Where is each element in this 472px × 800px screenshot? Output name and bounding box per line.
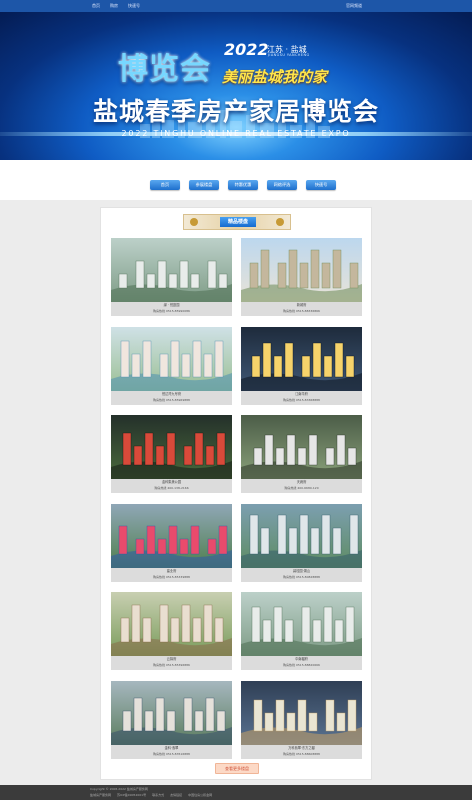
property-card[interactable]: 金科集美公园购房热线 400-138-2166: [111, 415, 232, 497]
property-name: 万科翡翠·东方之樾: [288, 745, 315, 750]
property-phone: 购房热线 0515-85969888: [153, 397, 190, 402]
property-image[interactable]: [111, 415, 232, 479]
section-tabs: 首页 参展楼盘 特惠优惠 网络评选 快速号: [150, 180, 336, 190]
banner-expo-word: 博览会: [118, 52, 211, 87]
tab-quick[interactable]: 快速号: [306, 180, 336, 190]
top-nav: 首页 购房 快速号: [92, 0, 140, 12]
footer-link[interactable]: 友情链接: [170, 793, 182, 797]
property-image[interactable]: [241, 680, 362, 745]
property-caption: 天阙府购房热线 400-6680-120: [241, 479, 362, 493]
property-name: 江南华府: [295, 391, 308, 396]
property-phone: 购房热线 0515-85990086: [153, 309, 190, 313]
property-caption: 绿 · 悦庭园购房热线 0515-85990086: [111, 302, 232, 316]
property-phone: 购房热线 0515-83368888: [283, 397, 320, 402]
property-card[interactable]: 中南樾府购房热线 0515-88820666: [241, 592, 362, 674]
property-image[interactable]: [111, 503, 232, 568]
property-card[interactable]: 金科·翡翠 购房热线 0515-83516888: [111, 680, 232, 763]
property-image[interactable]: [111, 326, 232, 391]
property-caption: 金科·翡翠 购房热线 0515-83516888: [111, 744, 232, 759]
tab-exhibitors[interactable]: 参展楼盘: [189, 180, 219, 190]
property-phone: 购房热线 400-6680-120: [284, 486, 319, 490]
property-card[interactable]: 万科翡翠·东方之樾 购房热线 0515-88608888: [241, 680, 362, 763]
banner-subtitle: 2022 TINGHU ONLINE REAL ESTATE EXPO: [121, 129, 351, 138]
ornament-icon: [190, 218, 198, 226]
property-name: 新城府: [296, 303, 307, 307]
property-name: 中南樾府: [295, 657, 308, 661]
top-nav-home[interactable]: 首页: [92, 0, 100, 12]
property-card[interactable]: 新城府购房热线 0515-88336866: [241, 238, 362, 320]
property-phone: 购房热线 0515-88820666: [283, 663, 320, 667]
property-name: 天阙府: [296, 480, 307, 484]
section-title: 精品楼盘: [220, 217, 256, 227]
property-image[interactable]: [111, 592, 232, 656]
property-card[interactable]: 江南华府 购房热线 0515-83368888: [241, 326, 362, 409]
tab-home[interactable]: 首页: [150, 180, 180, 190]
page-footer: Copyright © 2008-2022 盐城房产服务网 盐城房产服务网 苏I…: [0, 785, 472, 800]
property-caption: 云锦府购房热线 0515-85396886: [111, 656, 232, 670]
property-phone: 购房热线 400-138-2166: [154, 486, 189, 490]
listings-card: 精品楼盘 绿 · 悦庭园购房热线 0515-85990086 新城府购房热线 0…: [100, 207, 372, 780]
footer-link[interactable]: 联系方式: [152, 793, 164, 797]
property-caption: 万科翡翠·东方之樾 购房热线 0515-88608888: [241, 744, 362, 759]
property-card[interactable]: 天阙府购房热线 400-6680-120: [241, 415, 362, 497]
property-caption: 江南华府 购房热线 0515-83368888: [241, 390, 362, 405]
more-properties-button[interactable]: 查看更多楼盘: [215, 763, 259, 774]
banner-main-title: 盐城春季房产家居博览会: [92, 97, 379, 126]
top-nav-bar: 首页 购房 快速号 官网频道: [0, 0, 472, 12]
property-phone: 购房热线 0515-85339888: [153, 574, 190, 579]
tab-voting[interactable]: 网络评选: [267, 180, 297, 190]
property-name: 金科·翡翠: [164, 745, 179, 750]
property-caption: 新城府购房热线 0515-88336866: [241, 302, 362, 316]
property-phone: 购房热线 0515-80828888: [283, 574, 320, 579]
property-phone: 购房热线 0515-88336866: [283, 309, 320, 313]
banner-slogan: 美丽盐城我的家: [222, 68, 328, 86]
property-name: 云锦府: [166, 657, 177, 661]
top-nav-channel-link[interactable]: 官网频道: [346, 0, 362, 12]
property-caption: 中南樾府购房热线 0515-88820666: [241, 656, 362, 670]
section-title-frame: 精品楼盘: [183, 214, 291, 230]
property-card[interactable]: 悦达湾九号府 购房热线 0515-85969888: [111, 326, 232, 409]
property-card[interactable]: 云锦府购房热线 0515-85396886: [111, 592, 232, 674]
property-caption: 建业府 购房热线 0515-85339888: [111, 567, 232, 582]
property-image[interactable]: [241, 415, 362, 479]
property-caption: 悦达湾九号府 购房热线 0515-85969888: [111, 390, 232, 405]
hero-banner: 博览会 2022 江苏 · 盐城 JIANGSU YANCHENG 美丽盐城我的…: [0, 12, 472, 160]
footer-link[interactable]: 中国住房公积金网: [188, 793, 212, 797]
property-phone: 购房热线 0515-83516888: [153, 751, 190, 756]
property-card[interactable]: 建业府 购房热线 0515-85339888: [111, 503, 232, 586]
top-nav-buy[interactable]: 购房: [110, 0, 118, 12]
top-nav-quick[interactable]: 快速号: [128, 0, 140, 12]
property-card[interactable]: 碧桂园·湖山 购房热线 0515-80828888: [241, 503, 362, 586]
banner-city-en: JIANGSU YANCHENG: [268, 53, 310, 57]
footer-links: 盐城房产服务网 苏ICP备09052001号 联系方式 友情链接 中国住房公积金…: [90, 793, 212, 797]
ornament-icon: [276, 218, 284, 226]
property-image[interactable]: [241, 326, 362, 391]
footer-link[interactable]: 苏ICP备09052001号: [117, 793, 146, 797]
property-name: 绿 · 悦庭园: [163, 303, 180, 307]
property-name: 碧桂园·湖山: [293, 568, 310, 573]
property-image[interactable]: [241, 238, 362, 302]
property-card[interactable]: 绿 · 悦庭园购房热线 0515-85990086: [111, 238, 232, 320]
footer-link[interactable]: 盐城房产服务网: [90, 793, 111, 797]
property-caption: 碧桂园·湖山 购房热线 0515-80828888: [241, 567, 362, 582]
property-image[interactable]: [111, 680, 232, 745]
property-caption: 金科集美公园购房热线 400-138-2166: [111, 479, 232, 493]
property-phone: 购房热线 0515-88608888: [283, 751, 320, 756]
property-name: 悦达湾九号府: [161, 391, 182, 396]
footer-copyright: Copyright © 2008-2022 盐城房产服务网: [90, 787, 148, 791]
property-phone: 购房热线 0515-85396886: [153, 663, 190, 667]
banner-year: 2022: [224, 40, 269, 59]
property-image[interactable]: [241, 503, 362, 568]
property-name: 金科集美公园: [161, 480, 182, 484]
property-image[interactable]: [241, 592, 362, 656]
property-image[interactable]: [111, 238, 232, 302]
tab-discounts[interactable]: 特惠优惠: [228, 180, 258, 190]
property-name: 建业府: [166, 568, 177, 573]
